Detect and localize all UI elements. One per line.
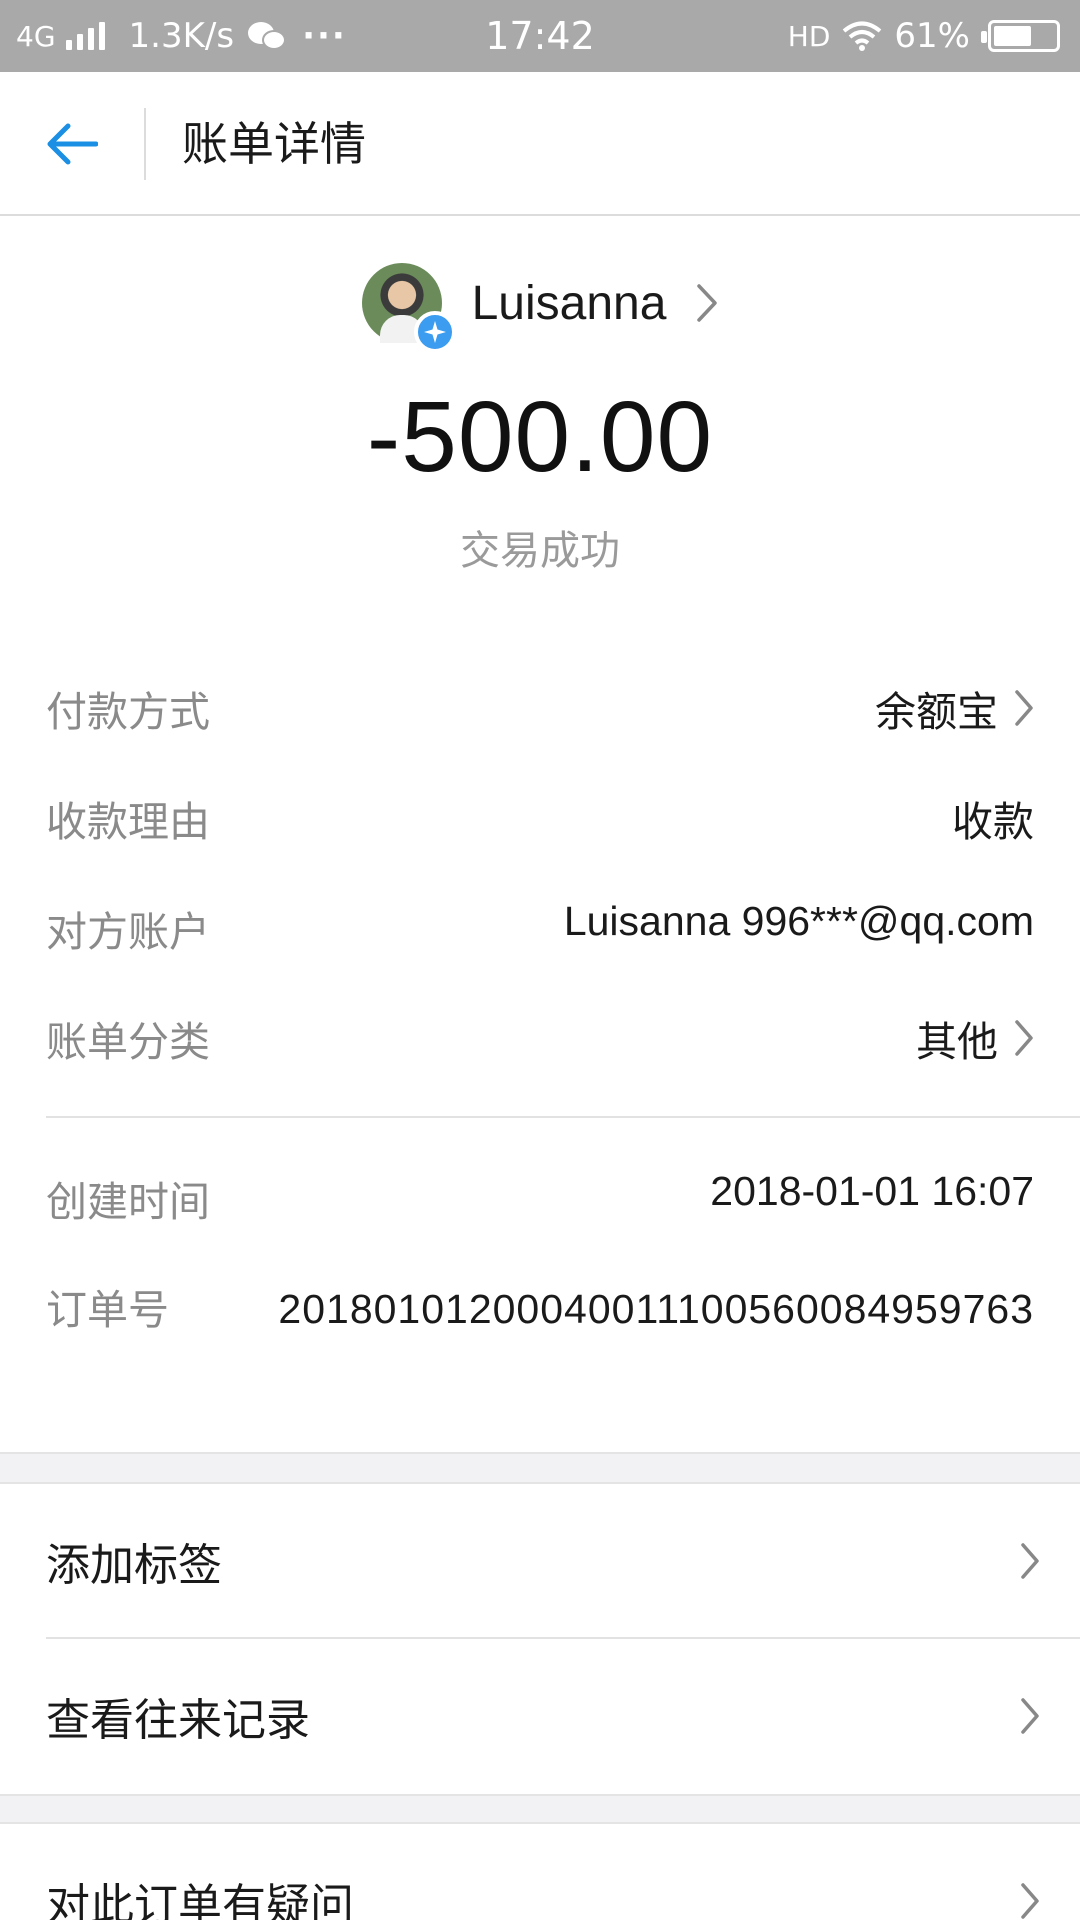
menu-item-label: 对此订单有疑问: [46, 1880, 354, 1920]
wifi-icon: [843, 21, 882, 51]
payment-method-row[interactable]: 付款方式 余额宝: [46, 678, 1034, 738]
battery-percent: 61%: [894, 16, 970, 56]
add-tag-item[interactable]: 添加标签: [0, 1484, 1080, 1638]
menu-item-label: 查看往来记录: [46, 1695, 310, 1746]
chevron-right-icon: [1015, 1020, 1033, 1056]
detail-label: 账单分类: [46, 1018, 210, 1066]
transaction-amount: -500.00: [366, 381, 714, 493]
section-gap: [0, 1794, 1080, 1824]
counterparty-account-row: 对方账户 Luisanna 996***@qq.com: [46, 898, 1034, 958]
payee-link[interactable]: Luisanna: [0, 258, 1080, 353]
detail-label: 订单号: [46, 1286, 169, 1334]
payment-method-value: 余额宝: [875, 688, 998, 736]
detail-label: 收款理由: [46, 798, 210, 846]
page-title: 账单详情: [182, 117, 366, 171]
detail-label: 付款方式: [46, 688, 210, 736]
section-gap: [0, 1452, 1080, 1484]
chevron-right-icon: [1020, 1542, 1040, 1580]
avatar: [361, 263, 456, 353]
created-time-value: 2018-01-01 16:07: [710, 1168, 1034, 1214]
payment-reason-row: 收款理由 收款: [46, 788, 1034, 848]
battery-icon: [981, 20, 1060, 52]
chevron-right-icon: [1015, 690, 1033, 726]
order-number-row: 订单号 20180101200040011100560084959763: [46, 1276, 1034, 1342]
nav-divider: [144, 108, 146, 180]
back-button[interactable]: [40, 114, 104, 174]
chevron-right-icon: [696, 283, 718, 323]
view-history-item[interactable]: 查看往来记录: [0, 1639, 1080, 1793]
order-question-item[interactable]: 对此订单有疑问: [0, 1824, 1080, 1920]
back-arrow-icon: [47, 123, 98, 165]
counterparty-account-value: Luisanna 996***@qq.com: [563, 898, 1034, 944]
bill-category-value: 其他: [916, 1018, 998, 1066]
payee-name: Luisanna: [471, 276, 667, 330]
verified-badge-icon: [413, 311, 456, 353]
created-time-row: 创建时间 2018-01-01 16:07: [46, 1168, 1034, 1228]
battery-level: [994, 26, 1031, 46]
chevron-right-icon: [1020, 1697, 1040, 1735]
bill-category-row[interactable]: 账单分类 其他: [46, 1008, 1034, 1068]
payment-reason-value: 收款: [952, 798, 1034, 846]
order-number-value: 20180101200040011100560084959763: [278, 1286, 1034, 1332]
menu-item-label: 添加标签: [46, 1540, 222, 1591]
status-bar: 4G 1.3K/s ··· 17:42 HD 61%: [0, 0, 1080, 72]
chevron-right-icon: [1020, 1882, 1040, 1920]
section-divider: [46, 1116, 1080, 1118]
hd-indicator: HD: [787, 19, 831, 53]
detail-label: 对方账户: [46, 908, 210, 956]
transaction-status: 交易成功: [460, 528, 620, 574]
detail-label: 创建时间: [46, 1178, 210, 1226]
nav-bar: 账单详情: [0, 72, 1080, 216]
